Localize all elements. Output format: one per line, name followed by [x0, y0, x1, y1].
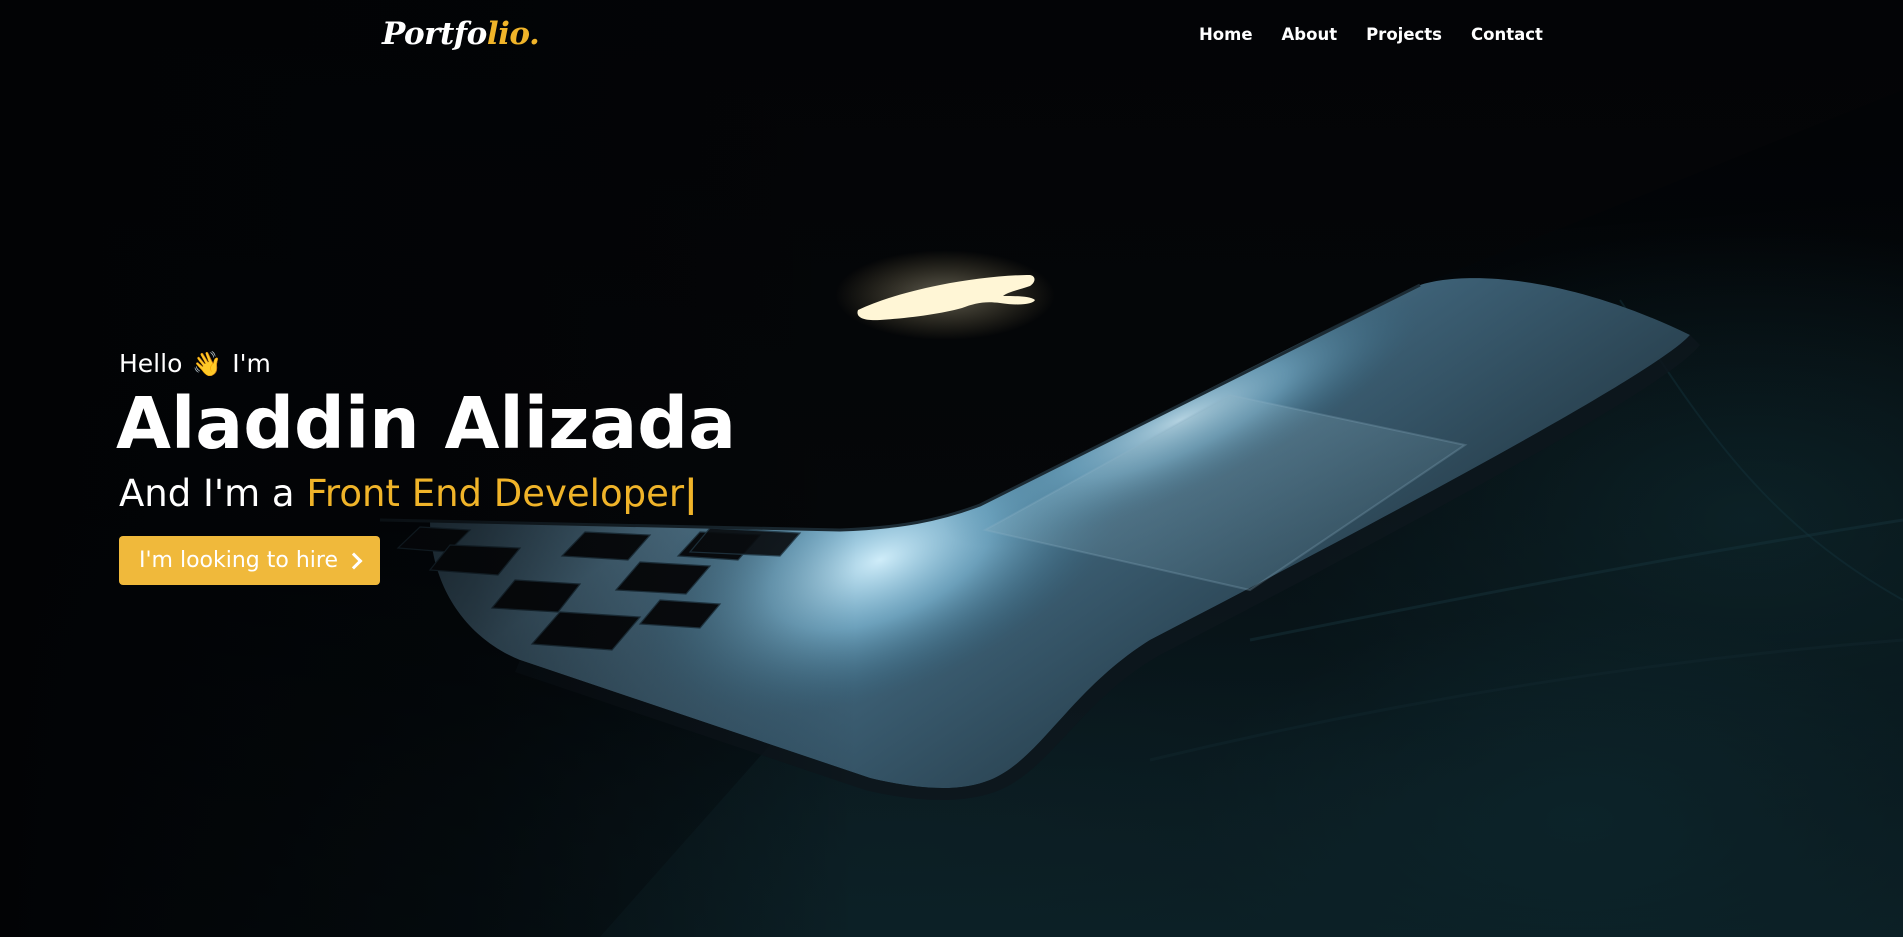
waving-hand-icon: 👋: [192, 350, 223, 378]
nav-link-about[interactable]: About: [1282, 25, 1338, 44]
chevron-right-icon: [345, 552, 363, 570]
typing-cursor: |: [684, 472, 698, 515]
greeting-im: I'm: [232, 349, 271, 378]
greeting-hello: Hello: [119, 349, 183, 378]
nav-link-home[interactable]: Home: [1199, 25, 1253, 44]
hero-page: Portfolio. Home About Projects Contact H…: [0, 0, 1903, 937]
nav-link-contact[interactable]: Contact: [1471, 25, 1543, 44]
role-title: Front End Developer: [306, 472, 685, 515]
nav-links: Home About Projects Contact: [1199, 25, 1543, 44]
navbar: Portfolio. Home About Projects Contact: [0, 0, 1903, 74]
role-line: And I'm a Front End Developer|: [119, 472, 736, 516]
greeting: Hello 👋 I'm: [119, 346, 736, 382]
hero-name: Aladdin Alizada: [116, 382, 737, 465]
hire-button[interactable]: I'm looking to hire: [119, 536, 380, 585]
hire-button-label: I'm looking to hire: [139, 548, 338, 573]
role-prefix: And I'm a: [119, 472, 307, 515]
hero-content: Hello 👋 I'm Aladdin Alizada And I'm a Fr…: [116, 346, 737, 585]
logo-main-text: Portfo: [382, 16, 487, 52]
nav-link-projects[interactable]: Projects: [1366, 25, 1442, 44]
logo-accent-text: lio.: [486, 16, 540, 52]
logo[interactable]: Portfolio.: [382, 16, 540, 52]
